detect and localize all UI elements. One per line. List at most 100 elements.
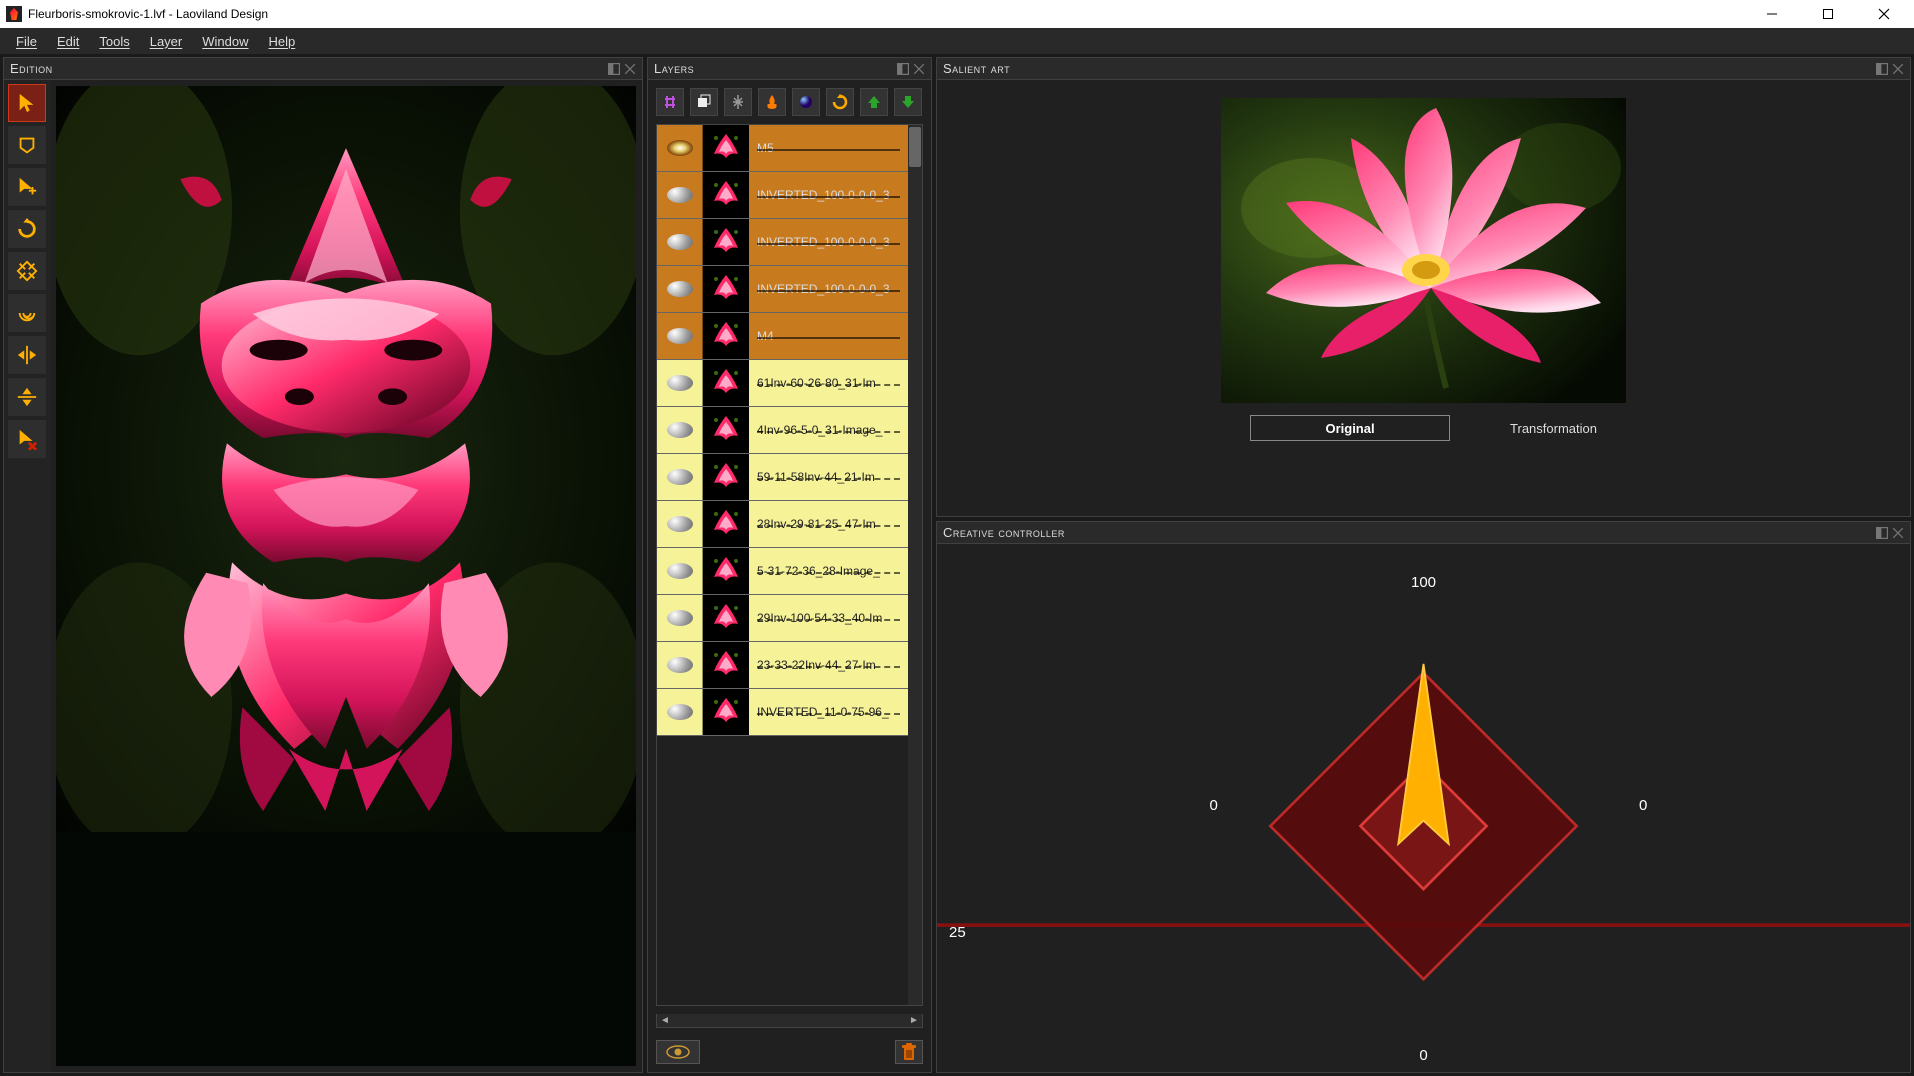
- layer-visibility-toggle[interactable]: [657, 407, 703, 453]
- layer-label: 5-31-72-36_28-Image_: [749, 564, 908, 578]
- layer-visibility-toggle[interactable]: [657, 360, 703, 406]
- rotate-tool[interactable]: [8, 210, 46, 248]
- flame-icon[interactable]: [758, 88, 786, 116]
- layer-row[interactable]: 29Inv-100-54-33_40-Im: [657, 595, 908, 642]
- minimize-button[interactable]: [1756, 4, 1788, 24]
- layer-visibility-toggle[interactable]: [657, 642, 703, 688]
- reload-icon[interactable]: [826, 88, 854, 116]
- maximize-button[interactable]: [1812, 4, 1844, 24]
- layer-label: M4: [749, 329, 908, 343]
- layer-row[interactable]: INVERTED_100-0-0-0_3: [657, 219, 908, 266]
- titlebar: Fleurboris-smokrovic-1.lvf - Laoviland D…: [0, 0, 1914, 28]
- scroll-left-icon[interactable]: ◄: [659, 1016, 671, 1026]
- layer-visibility-toggle[interactable]: [657, 454, 703, 500]
- menu-window[interactable]: Window: [192, 31, 258, 52]
- panel-dock-icon[interactable]: [897, 63, 909, 75]
- menu-tools[interactable]: Tools: [89, 31, 139, 52]
- menubar: File Edit Tools Layer Window Help: [0, 28, 1914, 54]
- layer-visibility-toggle[interactable]: [657, 266, 703, 312]
- layer-label: 23-33-22Inv-44_27-Im: [749, 658, 908, 672]
- layer-row[interactable]: 28Inv-29-81-25_47-Im: [657, 501, 908, 548]
- panel-layers: Layers M5 INVERTED_100-0-0-0_3 INVERTED_10…: [647, 57, 932, 1073]
- scroll-right-icon[interactable]: ►: [908, 1016, 920, 1026]
- salient-preview: [1221, 98, 1626, 403]
- window-title: Fleurboris-smokrovic-1.lvf - Laoviland D…: [28, 7, 1756, 21]
- move-tool[interactable]: [8, 168, 46, 206]
- layer-label: 29Inv-100-54-33_40-Im: [749, 611, 908, 625]
- panel-dock-icon[interactable]: [608, 63, 620, 75]
- layer-row[interactable]: 5-31-72-36_28-Image_: [657, 548, 908, 595]
- swirl-tool[interactable]: [8, 294, 46, 332]
- panel-close-icon[interactable]: [913, 63, 925, 75]
- flip-v-tool[interactable]: [8, 378, 46, 416]
- layer-row[interactable]: M5: [657, 125, 908, 172]
- visibility-toggle-button[interactable]: [656, 1040, 700, 1064]
- layer-thumbnail: [703, 172, 749, 218]
- layer-thumbnail: [703, 313, 749, 359]
- select-tool[interactable]: [8, 84, 46, 122]
- layers-title: Layers: [654, 61, 694, 76]
- layer-row[interactable]: 23-33-22Inv-44_27-Im: [657, 642, 908, 689]
- menu-help[interactable]: Help: [259, 31, 306, 52]
- close-button[interactable]: [1868, 4, 1900, 24]
- delete-layer-button[interactable]: [895, 1040, 923, 1064]
- edition-toolbox: [4, 80, 50, 1072]
- layer-visibility-toggle[interactable]: [657, 548, 703, 594]
- menu-file[interactable]: File: [6, 31, 47, 52]
- layer-label: INVERTED_11-0-75-96_: [749, 705, 908, 719]
- duplicate-icon[interactable]: [690, 88, 718, 116]
- tab-transformation[interactable]: Transformation: [1510, 415, 1597, 441]
- lasso-tool[interactable]: [8, 126, 46, 164]
- cc-value-bottom: 0: [1419, 1047, 1427, 1064]
- menu-layer[interactable]: Layer: [140, 31, 193, 52]
- layer-thumbnail: [703, 689, 749, 735]
- layer-visibility-toggle[interactable]: [657, 689, 703, 735]
- layer-row[interactable]: 4Inv-96-5-0_31-Image_: [657, 407, 908, 454]
- layer-label: 4Inv-96-5-0_31-Image_: [749, 423, 908, 437]
- arrow-down-icon[interactable]: [894, 88, 922, 116]
- layer-thumbnail: [703, 360, 749, 406]
- panel-dock-icon[interactable]: [1876, 527, 1888, 539]
- layer-thumbnail: [703, 595, 749, 641]
- panel-close-icon[interactable]: [1892, 63, 1904, 75]
- layer-row[interactable]: INVERTED_100-0-0-0_3: [657, 172, 908, 219]
- layer-visibility-toggle[interactable]: [657, 172, 703, 218]
- layer-row[interactable]: INVERTED_100-0-0-0_3: [657, 266, 908, 313]
- layer-visibility-toggle[interactable]: [657, 595, 703, 641]
- layer-row[interactable]: 61Inv-60-26-80_31-Im: [657, 360, 908, 407]
- edition-canvas[interactable]: [56, 86, 636, 1066]
- layer-visibility-toggle[interactable]: [657, 219, 703, 265]
- layer-hscrollbar[interactable]: ◄ ►: [656, 1014, 923, 1028]
- menu-edit[interactable]: Edit: [47, 31, 89, 52]
- layer-list[interactable]: M5 INVERTED_100-0-0-0_3 INVERTED_100-0-0-0…: [657, 125, 908, 1005]
- layer-row[interactable]: 59-11-58Inv-44_21-Im: [657, 454, 908, 501]
- layer-row[interactable]: INVERTED_11-0-75-96_: [657, 689, 908, 736]
- layer-label: INVERTED_100-0-0-0_3: [749, 188, 908, 202]
- layer-thumbnail: [703, 548, 749, 594]
- layers-toolbar: [656, 88, 923, 116]
- scale-tool[interactable]: [8, 252, 46, 290]
- layer-visibility-toggle[interactable]: [657, 125, 703, 171]
- delete-point-tool[interactable]: [8, 420, 46, 458]
- merge-icon[interactable]: [724, 88, 752, 116]
- panel-close-icon[interactable]: [1892, 527, 1904, 539]
- layer-label: INVERTED_100-0-0-0_3: [749, 282, 908, 296]
- layer-visibility-toggle[interactable]: [657, 313, 703, 359]
- cc-value-left: 0: [1209, 797, 1217, 814]
- hash-icon[interactable]: [656, 88, 684, 116]
- creative-title: Creative controller: [943, 525, 1065, 540]
- creative-controller-widget[interactable]: 100 0 0 0 25: [937, 544, 1910, 1072]
- layer-thumbnail: [703, 125, 749, 171]
- layer-thumbnail: [703, 454, 749, 500]
- arrow-up-icon[interactable]: [860, 88, 888, 116]
- layer-row[interactable]: M4: [657, 313, 908, 360]
- layer-scrollbar[interactable]: [908, 125, 922, 1005]
- edition-title: Edition: [10, 61, 53, 76]
- sphere-icon[interactable]: [792, 88, 820, 116]
- layer-thumbnail: [703, 266, 749, 312]
- tab-original[interactable]: Original: [1250, 415, 1450, 441]
- layer-visibility-toggle[interactable]: [657, 501, 703, 547]
- panel-dock-icon[interactable]: [1876, 63, 1888, 75]
- flip-h-tool[interactable]: [8, 336, 46, 374]
- panel-close-icon[interactable]: [624, 63, 636, 75]
